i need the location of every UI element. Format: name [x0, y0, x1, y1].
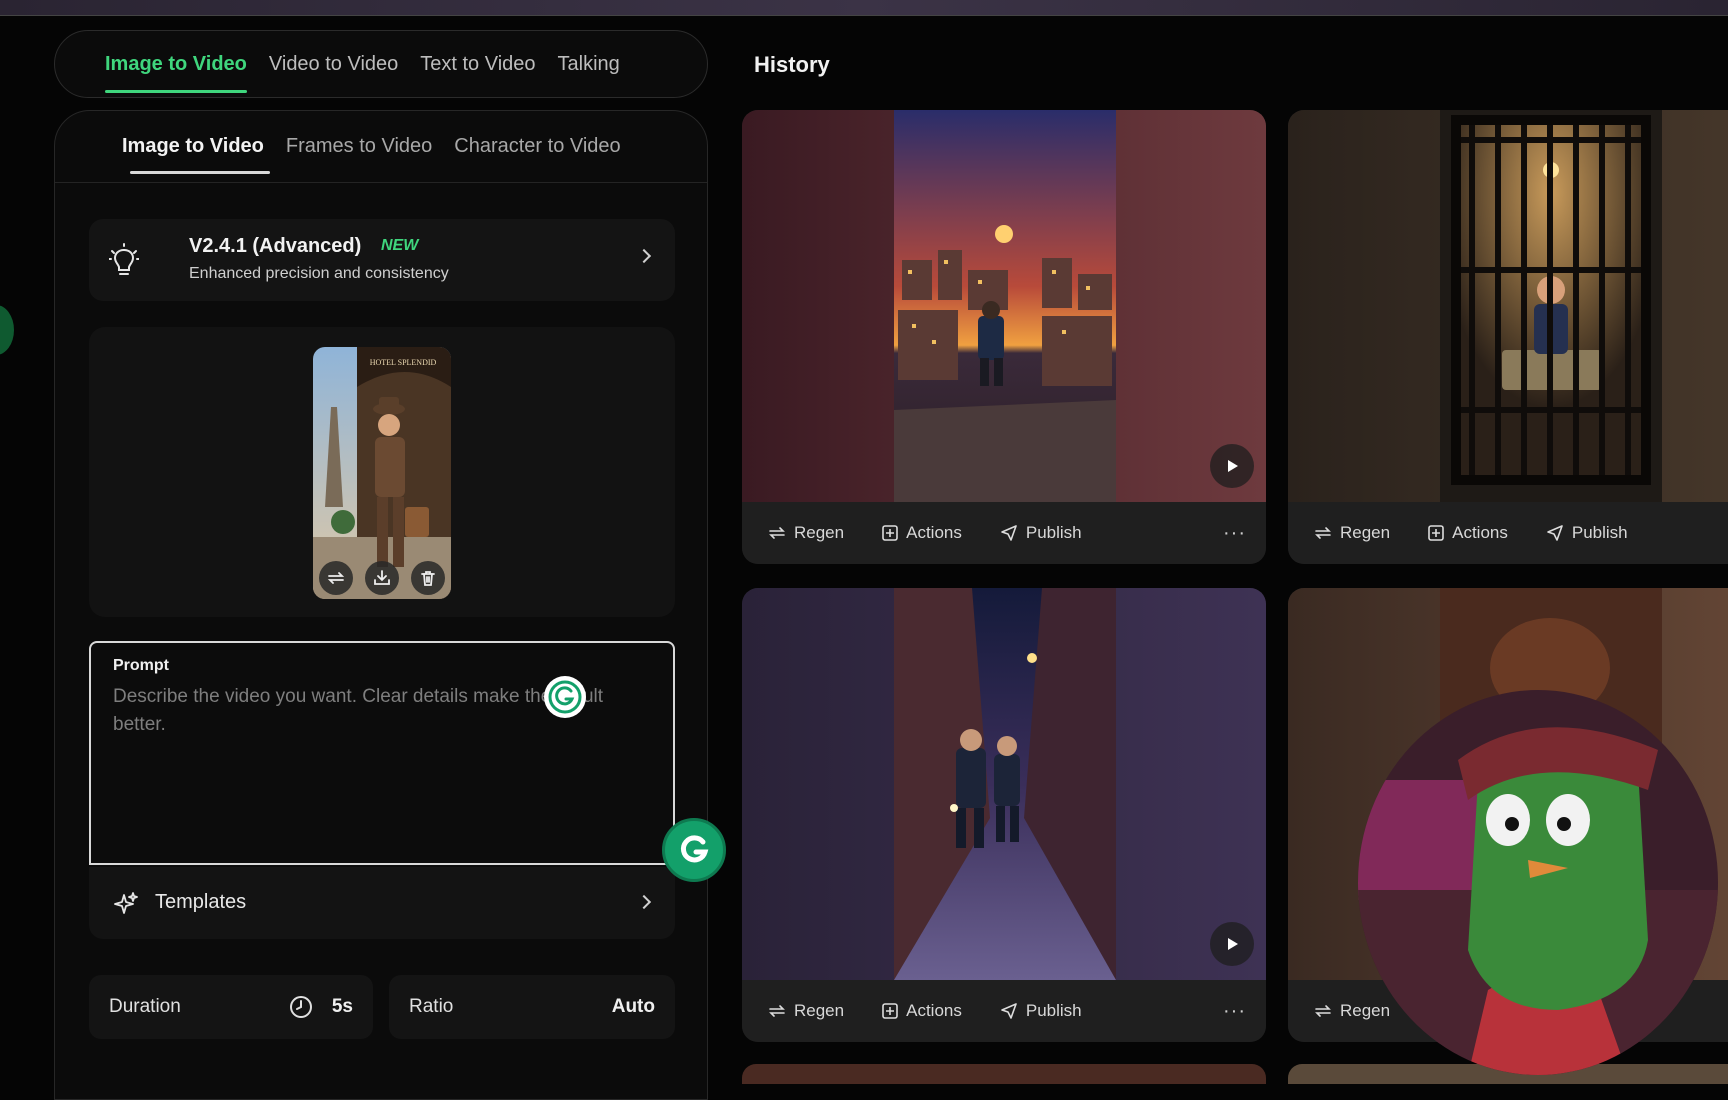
- plus-square-icon: [882, 525, 898, 541]
- history-title: History: [754, 52, 830, 77]
- webcam-avatar-overlay: [1358, 690, 1718, 1075]
- plus-square-icon: [882, 1003, 898, 1019]
- grammarly-icon[interactable]: [544, 676, 586, 718]
- prompt-box: Prompt: [89, 641, 675, 865]
- chevron-right-icon: [636, 894, 652, 910]
- mode-tabs: Image to Video Video to Video Text to Vi…: [54, 30, 708, 98]
- history-card[interactable]: Regen Actions Publish ···: [742, 588, 1266, 1042]
- grammarly-assistant-icon[interactable]: [662, 818, 726, 882]
- regen-icon: [1315, 1005, 1331, 1017]
- regen-label: Regen: [1340, 1001, 1391, 1020]
- generation-panel: Image to Video Frames to Video Character…: [54, 110, 708, 1100]
- regen-icon: [769, 527, 785, 539]
- tab-text-to-video[interactable]: Text to Video: [420, 45, 535, 84]
- history-card-next-row: [742, 1064, 1266, 1084]
- regen-button[interactable]: Regen: [768, 523, 844, 543]
- hotel-sign: HOTEL SPLENDID: [370, 358, 437, 367]
- model-name: V2.4.1 (Advanced): [189, 235, 362, 257]
- video-preview[interactable]: [742, 588, 1266, 980]
- send-icon: [1001, 525, 1017, 541]
- video-preview[interactable]: [742, 110, 1266, 502]
- subtab-frames-to-video[interactable]: Frames to Video: [286, 135, 432, 158]
- actions-label: Actions: [906, 1001, 962, 1020]
- publish-button[interactable]: Publish: [1546, 523, 1628, 543]
- chevron-right-icon: [636, 248, 652, 264]
- subtab-character-to-video[interactable]: Character to Video: [454, 135, 620, 158]
- regen-label: Regen: [794, 1001, 845, 1020]
- download-icon[interactable]: [365, 561, 399, 595]
- duration-selector[interactable]: Duration 5s: [89, 975, 373, 1039]
- regen-icon: [1315, 527, 1331, 539]
- ratio-value: Auto: [611, 996, 655, 1017]
- window-top-bar: [0, 0, 1728, 16]
- more-options-icon[interactable]: ···: [1223, 1000, 1246, 1023]
- card-action-bar: Regen Actions Publish: [1288, 502, 1728, 564]
- plus-square-icon: [1428, 525, 1444, 541]
- ratio-label: Ratio: [409, 996, 454, 1017]
- publish-button[interactable]: Publish: [1000, 523, 1082, 543]
- publish-button[interactable]: Publish: [1000, 1001, 1082, 1021]
- delete-icon[interactable]: [411, 561, 445, 595]
- regen-button[interactable]: Regen: [1314, 1001, 1390, 1021]
- card-action-bar: Regen Actions Publish ···: [742, 502, 1266, 564]
- replace-icon[interactable]: [319, 561, 353, 595]
- history-card[interactable]: Regen Actions Publish: [1288, 110, 1728, 564]
- regen-icon: [769, 1005, 785, 1017]
- templates-button[interactable]: Templates: [89, 867, 675, 939]
- model-description: Enhanced precision and consistency: [189, 265, 449, 282]
- templates-label: Templates: [155, 891, 247, 913]
- play-button[interactable]: [1210, 922, 1254, 966]
- actions-label: Actions: [1452, 523, 1508, 542]
- duration-value: 5s: [331, 996, 353, 1017]
- publish-label: Publish: [1571, 523, 1628, 542]
- model-selector[interactable]: V2.4.1 (Advanced) NEW Enhanced precision…: [89, 219, 675, 301]
- publish-label: Publish: [1025, 523, 1082, 542]
- video-preview[interactable]: [1288, 110, 1728, 502]
- send-icon: [1547, 525, 1563, 541]
- play-button[interactable]: [1210, 444, 1254, 488]
- ratio-selector[interactable]: Ratio Auto: [389, 975, 675, 1039]
- regen-label: Regen: [794, 523, 845, 542]
- regen-button[interactable]: Regen: [1314, 523, 1390, 543]
- prompt-label: Prompt: [113, 657, 169, 674]
- send-icon: [1001, 1003, 1017, 1019]
- card-action-bar: Regen Actions Publish ···: [742, 980, 1266, 1042]
- actions-button[interactable]: Actions: [1428, 523, 1508, 543]
- publish-label: Publish: [1025, 1001, 1082, 1020]
- tab-video-to-video[interactable]: Video to Video: [269, 45, 398, 84]
- subtab-image-to-video[interactable]: Image to Video: [122, 135, 270, 174]
- duration-label: Duration: [109, 996, 181, 1017]
- lightbulb-icon: [108, 243, 140, 284]
- new-badge: NEW: [381, 237, 419, 254]
- history-card[interactable]: Regen Actions Publish ···: [742, 110, 1266, 564]
- actions-label: Actions: [906, 523, 962, 542]
- clock-icon: [289, 995, 313, 1024]
- side-indicator: [0, 305, 14, 355]
- regen-button[interactable]: Regen: [768, 1001, 844, 1021]
- sparkle-icon: [113, 891, 139, 922]
- sub-tabs: Image to Video Frames to Video Character…: [55, 111, 707, 183]
- thumbnail-actions: [313, 557, 451, 599]
- tab-image-to-video[interactable]: Image to Video: [105, 45, 247, 93]
- actions-button[interactable]: Actions: [882, 523, 962, 543]
- actions-button[interactable]: Actions: [882, 1001, 962, 1021]
- regen-label: Regen: [1340, 523, 1391, 542]
- more-options-icon[interactable]: ···: [1223, 522, 1246, 545]
- tab-talking[interactable]: Talking: [558, 45, 620, 84]
